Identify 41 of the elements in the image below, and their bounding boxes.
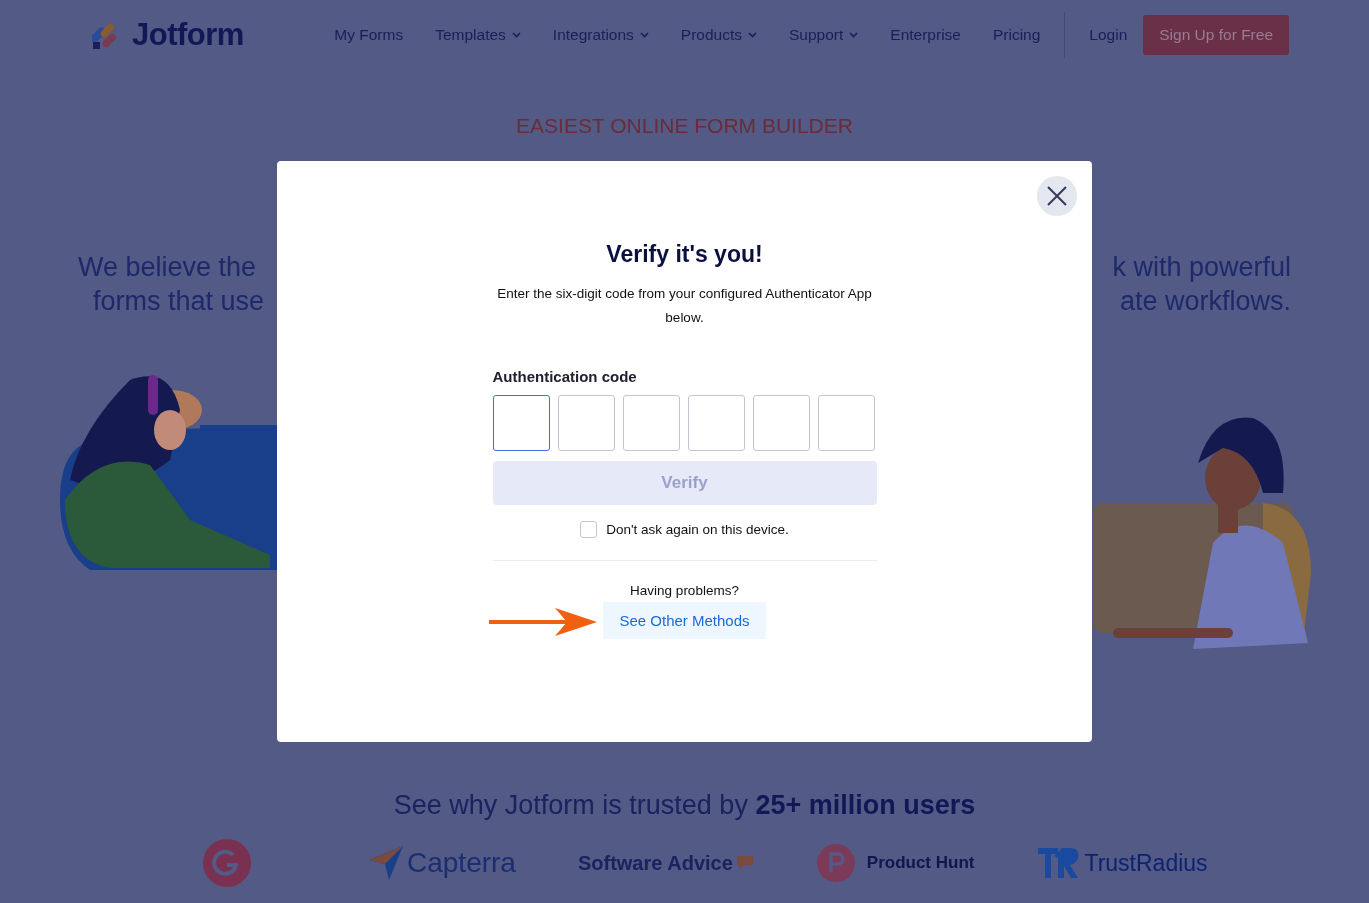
close-icon [1047, 186, 1067, 206]
signup-button[interactable]: Sign Up for Free [1143, 15, 1289, 55]
other-methods-link[interactable]: See Other Methods [603, 602, 766, 639]
help-text: Having problems? [629, 583, 740, 598]
login-link[interactable]: Login [1073, 26, 1144, 44]
dialog-title: Verify it's you! [605, 241, 764, 268]
code-label: Authentication code [492, 368, 638, 385]
nav-link[interactable]: Pricing [976, 26, 1057, 44]
checkbox-label: Don't ask again on this device. [606, 522, 789, 537]
logo-text: TrustRadius [1084, 849, 1208, 877]
g2-badge-icon [203, 839, 251, 887]
digit-field[interactable] [817, 395, 875, 451]
close-button[interactable] [1037, 176, 1077, 216]
digit-field[interactable] [622, 395, 680, 451]
nav-link[interactable]: Templates [419, 26, 537, 44]
tr-mark-icon [1038, 848, 1081, 878]
product-hunt-badge-icon [816, 844, 855, 882]
nav-link[interactable]: Enterprise [874, 26, 977, 44]
arrow-icon [488, 608, 597, 636]
chevron-down-icon [748, 32, 757, 38]
logo-wordmark[interactable]: Jotform [132, 17, 244, 53]
digit-field[interactable] [687, 395, 745, 451]
paper-plane-icon [369, 846, 403, 880]
trusted-headline: See why Jotform is trusted by 25+ million users [392, 790, 977, 821]
chevron-down-icon [511, 32, 521, 38]
tagline: EASIEST ONLINE FORM BUILDER [515, 114, 854, 138]
chevron-down-icon [639, 32, 649, 38]
nav-link[interactable]: Integrations [536, 26, 665, 44]
nav-link[interactable]: My Forms [318, 26, 420, 44]
digit-field[interactable] [557, 395, 615, 451]
dialog-description: Enter the six-digit code from your configured Authenticator App below. [496, 285, 873, 327]
checkbox[interactable] [580, 521, 598, 538]
chevron-down-icon [849, 32, 859, 38]
nav-link[interactable]: Support [773, 26, 875, 44]
digit-field[interactable] [492, 395, 550, 451]
logo-text: Capterra [407, 847, 516, 879]
logo-text: Product Hunt [866, 853, 975, 873]
digit-field[interactable] [752, 395, 810, 451]
speech-bubble-icon [736, 856, 753, 870]
logo-text: Software Advice [577, 851, 733, 875]
nav-link[interactable]: Products [664, 26, 773, 44]
